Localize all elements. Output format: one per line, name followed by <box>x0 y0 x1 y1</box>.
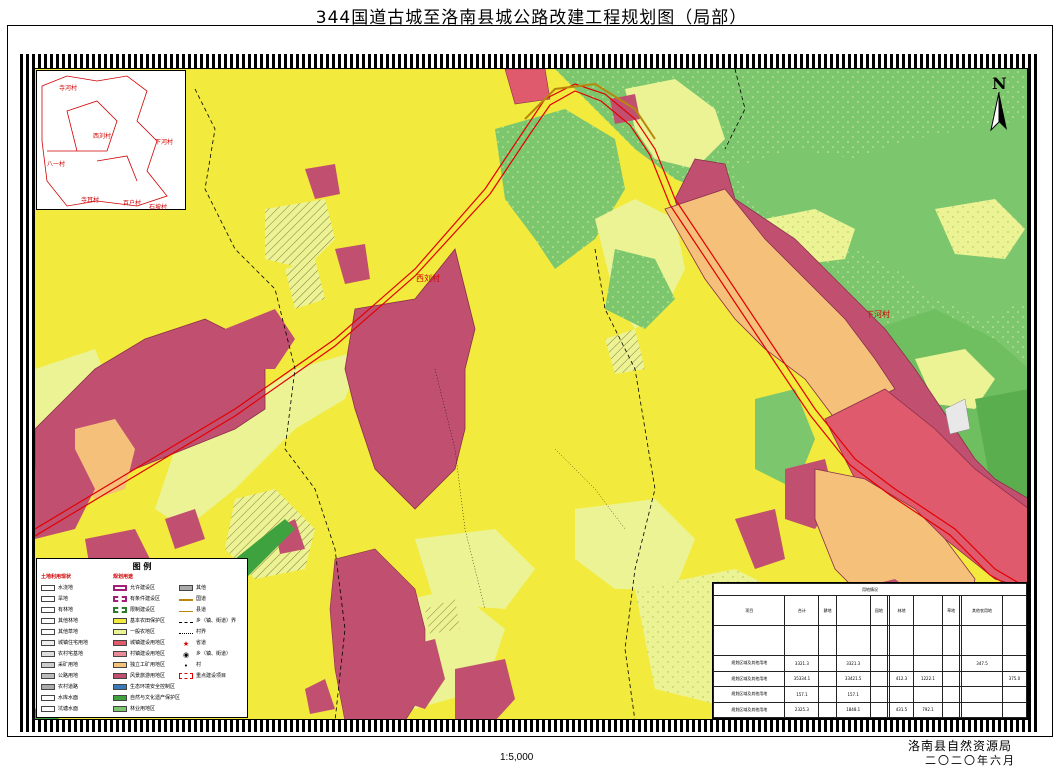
inset-label: 下河村 <box>155 139 174 146</box>
north-arrow: N <box>985 74 1013 134</box>
inset-label: 西刘村 <box>93 133 112 140</box>
table-title: 用地情况 <box>713 583 1027 596</box>
inset-label: 百户村 <box>123 200 142 207</box>
village-label-xiahe: 下河村 <box>866 310 890 319</box>
legend-col-3: 其他 国道 县道 乡（镇、街道）界 村界 ★ 省道 ◉ 乡（镇、街道） • 村 重点建… <box>179 573 236 681</box>
inset-label: 寺耳村 <box>81 197 100 204</box>
table-row: 规划区域及其他用地 157.1 157.1 <box>712 686 1028 703</box>
legend-col-2: 规划用途 允许建设区 有条件建设区 限制建设区 基本农田保护区 一般农地区 城镇… <box>113 574 181 712</box>
inset-label: 石坡村 <box>149 204 168 211</box>
inset-map[interactable]: 寺河村 西刘村 下河村 八一村 寺耳村 百户村 石坡村 <box>36 70 186 211</box>
north-label: N <box>992 74 1007 93</box>
village-label-xiliu: 西刘村 <box>416 274 440 283</box>
land-use-table: 用地情况 项目 合计 耕地 园地 林地 草地 其他农用地 规划区域及其他用地 3321.3… <box>712 582 1028 719</box>
inset-label: 八一村 <box>47 161 66 168</box>
issue-date: 二〇二〇年六月 <box>925 754 1016 767</box>
table-row: 规划区域及其他用地 2325.3 1848.1 431.5 792.1 <box>712 701 1028 718</box>
table-row: 规划区域及其他用地 3321.3 3321.3 347.5 <box>712 655 1028 672</box>
table-row: 规划区域及其他用地 35334.1 33421.5 412.3 1222.1 375.0 <box>712 670 1028 687</box>
legend-title: 图 例 <box>132 562 152 571</box>
legend-col-1: 土地利用现状 水浇地 旱地 有林地 其他林地 其他草地 城镇住宅用地 农村宅基地… <box>41 574 89 712</box>
map-scale: 1:5,000 <box>500 752 534 763</box>
legend: 图 例 土地利用现状 水浇地 旱地 有林地 其他林地 其他草地 城镇住宅用地 农… <box>36 558 248 718</box>
inset-label: 寺河村 <box>59 85 78 92</box>
